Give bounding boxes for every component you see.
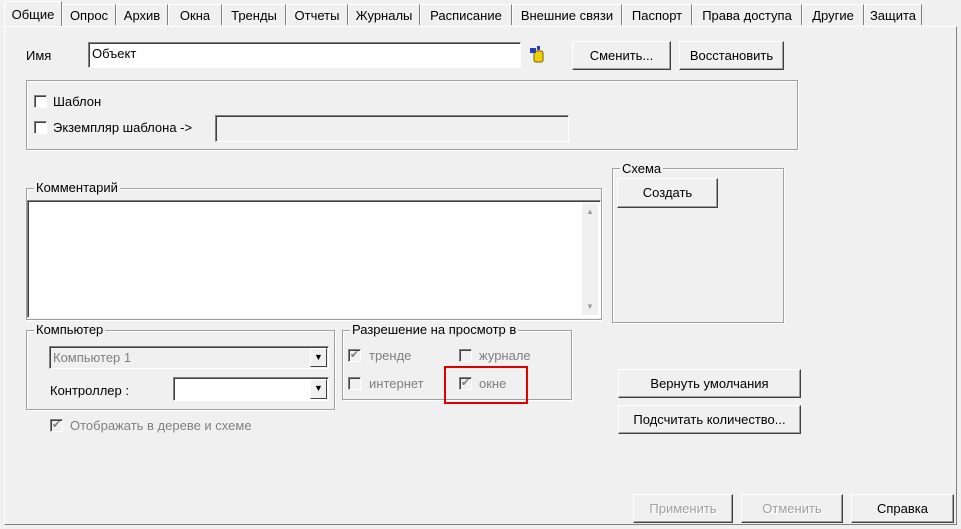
help-button[interactable]: Справка — [851, 494, 954, 523]
tab-archive[interactable]: Архив — [116, 4, 168, 25]
object-icon[interactable] — [528, 45, 546, 63]
scroll-down-icon[interactable]: ▼ — [586, 302, 594, 311]
create-schema-button[interactable]: Создать — [617, 178, 718, 208]
count-button[interactable]: Подсчитать количество... — [618, 405, 801, 434]
view-permission-group-label: Разрешение на просмотр в — [350, 322, 519, 337]
tab-access-rights[interactable]: Права доступа — [692, 4, 802, 25]
tab-polling[interactable]: Опрос — [62, 4, 116, 25]
internet-checkbox[interactable] — [348, 377, 361, 390]
apply-button[interactable]: Применить — [633, 494, 733, 523]
tab-trends[interactable]: Тренды — [222, 4, 286, 25]
restore-defaults-button[interactable]: Вернуть умолчания — [618, 369, 801, 398]
highlight-box — [444, 366, 528, 404]
tab-other[interactable]: Другие — [802, 4, 864, 25]
tab-schedule[interactable]: Расписание — [420, 4, 512, 25]
tab-bar: Общие Опрос Архив Окна Тренды Отчеты Жур… — [0, 0, 961, 27]
trend-label: тренде — [369, 348, 412, 363]
change-button[interactable]: Сменить... — [572, 41, 671, 70]
template-label: Шаблон — [53, 94, 102, 109]
tab-windows[interactable]: Окна — [168, 4, 222, 25]
schema-group-label: Схема — [620, 161, 664, 176]
template-checkbox[interactable] — [34, 95, 47, 108]
internet-label: интернет — [369, 376, 424, 391]
comment-textarea[interactable]: ▲ ▼ — [27, 200, 601, 318]
show-in-tree-checkbox[interactable]: ✔ — [50, 419, 63, 432]
computer-group-label: Компьютер — [34, 322, 106, 337]
trend-checkbox[interactable]: ✔ — [348, 349, 361, 362]
tab-general[interactable]: Общие — [4, 1, 62, 26]
instance-field — [215, 115, 569, 142]
cancel-button[interactable]: Отменить — [741, 494, 843, 523]
computer-select-value: Компьютер 1 — [53, 350, 132, 365]
journal-label: журнале — [479, 348, 531, 363]
controller-label: Контроллер : — [50, 383, 129, 398]
name-label: Имя — [26, 48, 52, 63]
computer-select[interactable]: Компьютер 1 ▼ — [49, 346, 329, 369]
tab-protection[interactable]: Защита — [864, 4, 922, 25]
chevron-down-icon[interactable]: ▼ — [310, 348, 327, 367]
restore-button[interactable]: Восстановить — [679, 41, 784, 70]
scroll-up-icon[interactable]: ▲ — [586, 207, 594, 216]
comment-scrollbar[interactable]: ▲ ▼ — [582, 203, 598, 315]
show-in-tree-label: Отображать в дереве и схеме — [70, 418, 252, 433]
name-input-value: Объект — [92, 46, 137, 61]
journal-checkbox[interactable] — [459, 349, 472, 362]
tab-journals[interactable]: Журналы — [348, 4, 420, 25]
tab-external-links[interactable]: Внешние связи — [512, 4, 622, 25]
instance-label: Экземпляр шаблона -> — [53, 120, 193, 135]
instance-checkbox[interactable] — [34, 121, 47, 134]
tab-reports[interactable]: Отчеты — [286, 4, 348, 25]
comment-group-label: Комментарий — [34, 180, 120, 195]
tab-passport[interactable]: Паспорт — [622, 4, 692, 25]
name-input[interactable]: Объект — [88, 42, 521, 68]
controller-select[interactable]: ▼ — [173, 377, 329, 401]
chevron-down-icon[interactable]: ▼ — [310, 379, 327, 399]
